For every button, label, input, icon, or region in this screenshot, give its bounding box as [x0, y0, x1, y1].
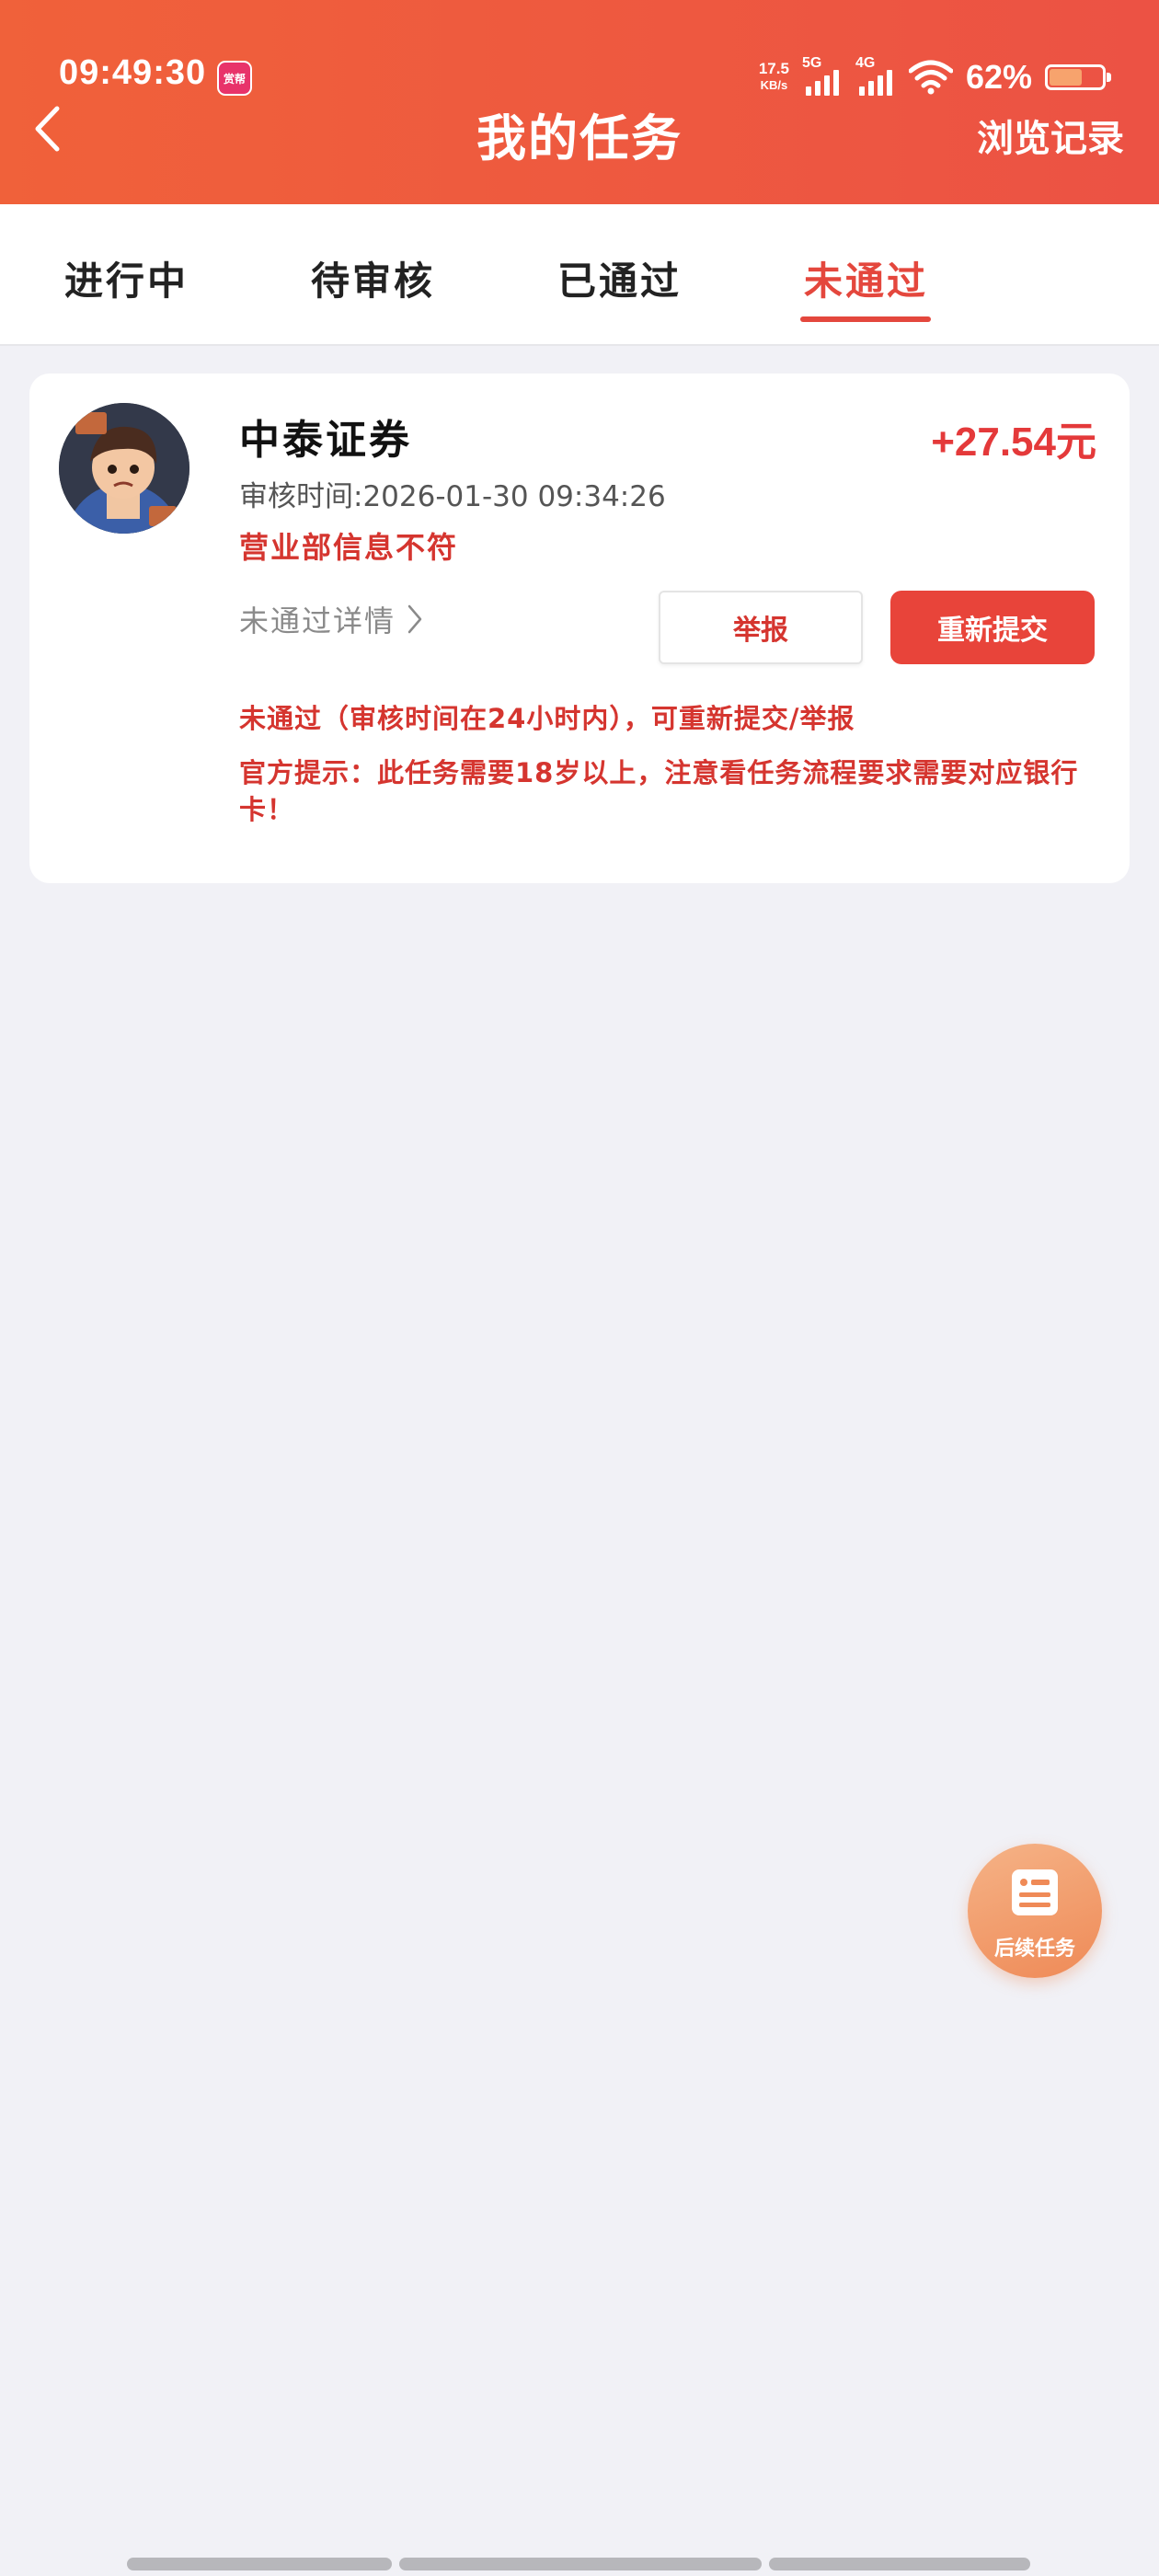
signal-5g-icon: 5G: [802, 55, 843, 96]
follow-up-task-label: 后续任务: [993, 1938, 1075, 1961]
avatar-image: [59, 403, 189, 534]
task-name: 中泰证券: [239, 417, 412, 464]
tab-in-progress[interactable]: 进行中: [64, 250, 189, 306]
signal-4g-icon: 4G: [855, 55, 896, 96]
task-card[interactable]: 中泰证券 +27.54元 审核时间:2026-01-30 09:34:26 营业…: [29, 374, 1130, 883]
task-reward: +27.54元: [931, 420, 1096, 465]
app-notification-icon: 赏帮: [217, 61, 252, 96]
rejection-detail-link[interactable]: 未通过详情: [239, 598, 423, 640]
review-time: 审核时间:2026-01-30 09:34:26: [239, 480, 666, 513]
gesture-navigation-bar[interactable]: [127, 2558, 1030, 2570]
task-list-icon: [1012, 1869, 1058, 1915]
browse-history-link[interactable]: 浏览记录: [977, 109, 1124, 162]
follow-up-task-button[interactable]: 后续任务: [968, 1844, 1102, 1978]
tab-approved[interactable]: 已通过: [557, 250, 682, 306]
network-speed-value: 17.5: [758, 60, 789, 77]
wifi-icon: [908, 60, 953, 95]
app-header: 09:49:30 赏帮 17.5 KB/s 5G 4G 62% 我的任务 浏览记…: [0, 0, 1159, 204]
status-time: 09:49:30: [59, 53, 207, 92]
task-status-tabs: 进行中 待审核 已通过 未通过: [0, 204, 1159, 346]
tab-pending-review[interactable]: 待审核: [311, 250, 435, 306]
official-tip-note: 官方提示：此任务需要18岁以上，注意看任务流程要求需要对应银行卡！: [239, 757, 1079, 825]
report-button[interactable]: 举报: [659, 591, 863, 664]
rejection-status-note: 未通过（审核时间在24小时内），可重新提交/举报: [239, 703, 855, 734]
resubmit-button[interactable]: 重新提交: [890, 591, 1095, 664]
task-avatar: [59, 403, 189, 534]
network-speed-unit: KB/s: [760, 78, 788, 92]
status-indicators: 17.5 KB/s 5G 4G 62%: [759, 55, 1111, 98]
battery-fill: [1050, 69, 1082, 86]
battery-percent: 62%: [965, 58, 1032, 96]
rejection-detail-label: 未通过详情: [239, 604, 396, 638]
network-speed: 17.5 KB/s: [759, 61, 789, 94]
active-tab-indicator: [800, 316, 931, 322]
tab-rejected[interactable]: 未通过: [804, 250, 928, 306]
rejection-reason: 营业部信息不符: [239, 530, 459, 565]
chevron-right-icon: [407, 604, 422, 634]
battery-icon: [1045, 64, 1111, 90]
